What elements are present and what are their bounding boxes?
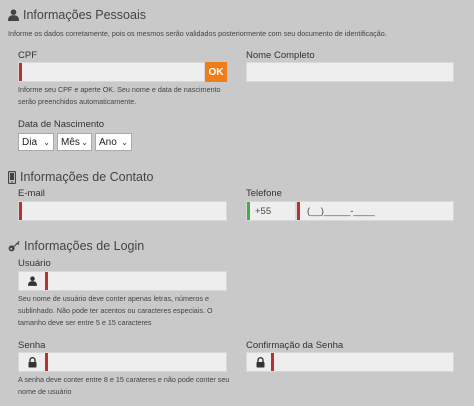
- username-input[interactable]: [18, 271, 227, 291]
- user-icon: [8, 9, 19, 21]
- birth-date-label: Data de Nascimento: [18, 119, 105, 130]
- email-input[interactable]: [18, 201, 227, 221]
- key-icon: [8, 240, 20, 252]
- cpf-label: CPF: [18, 50, 37, 61]
- chevron-down-icon: ⌄: [81, 137, 88, 147]
- personal-notice: Informe os dados corretamente, pois os m…: [8, 29, 387, 38]
- birth-year-select[interactable]: Ano ⌄: [95, 133, 132, 151]
- full-name-input[interactable]: [246, 62, 454, 82]
- cpf-ok-button[interactable]: OK: [205, 62, 227, 82]
- full-name-label: Nome Completo: [246, 50, 315, 61]
- password-input[interactable]: [18, 352, 227, 372]
- birth-month-select[interactable]: Mês ⌄: [57, 133, 92, 151]
- personal-section-title: Informações Pessoais: [8, 8, 146, 22]
- password-hint: A senha deve conter entre 8 e 15 carater…: [18, 375, 230, 396]
- country-code-input[interactable]: +55: [246, 201, 296, 221]
- login-section-title: Informações de Login: [8, 239, 144, 253]
- confirm-password-label: Confirmação da Senha: [246, 340, 344, 351]
- contact-section-title: Informações de Contato: [8, 170, 153, 184]
- phone-label: Telefone: [246, 188, 282, 199]
- birth-day-select[interactable]: Dia ⌄: [18, 133, 54, 151]
- confirm-password-input[interactable]: [246, 352, 454, 372]
- cpf-hint: Informe seu CPF e aperte OK. Seu nome e …: [18, 85, 221, 106]
- user-icon: [19, 272, 45, 290]
- lock-icon: [19, 353, 45, 371]
- email-label: E-mail: [18, 188, 45, 199]
- username-label: Usuário: [18, 258, 51, 269]
- mobile-phone-icon: [8, 170, 16, 184]
- phone-number-input[interactable]: (__)_____-____: [296, 201, 454, 221]
- cpf-input[interactable]: [18, 62, 205, 82]
- password-label: Senha: [18, 340, 46, 351]
- chevron-down-icon: ⌄: [121, 137, 128, 147]
- username-hint: Seu nome de usuário deve conter apenas l…: [18, 294, 213, 327]
- lock-icon: [247, 353, 273, 371]
- chevron-down-icon: ⌄: [43, 137, 50, 147]
